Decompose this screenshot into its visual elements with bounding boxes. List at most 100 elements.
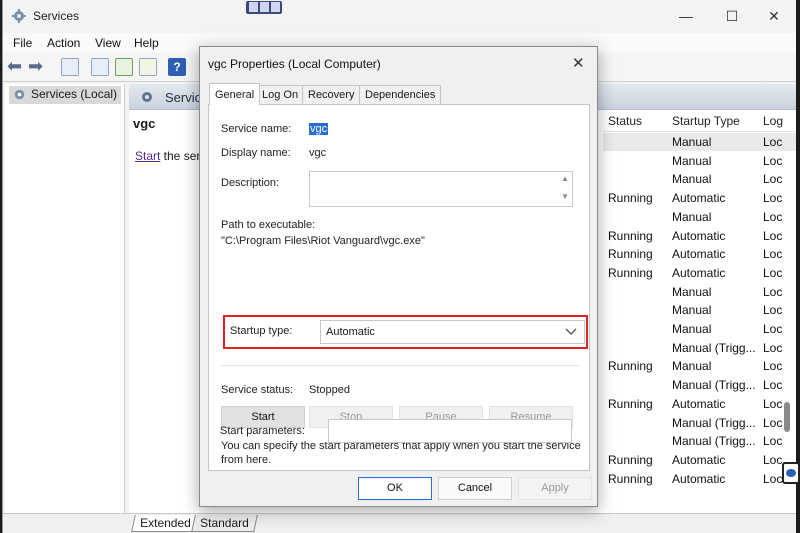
tab-standard[interactable]: Standard — [191, 515, 258, 532]
row-log-on[interactable]: Loc — [763, 359, 782, 373]
row-startup-type[interactable]: Manual (Trigg... — [672, 378, 756, 392]
title-bar: Services — ☐ ✕ — [3, 0, 797, 32]
row-startup-type[interactable]: Manual — [672, 322, 711, 336]
snap-layout-indicator — [246, 1, 282, 14]
row-status[interactable]: Running — [608, 266, 653, 280]
row-startup-type[interactable]: Automatic — [672, 191, 725, 205]
properties-icon[interactable] — [91, 58, 109, 76]
view-tabs: Extended Standard — [3, 513, 797, 533]
minimize-button[interactable]: — — [663, 0, 709, 32]
path-label: Path to executable: — [221, 219, 316, 231]
tree-node-services-local[interactable]: Services (Local) — [9, 86, 122, 104]
row-log-on[interactable]: Loc — [763, 434, 782, 448]
tab-dependencies[interactable]: Dependencies — [359, 85, 442, 104]
description-field[interactable]: ▲ ▼ — [309, 171, 573, 207]
window-title: Services — [33, 9, 80, 23]
row-startup-type[interactable]: Manual — [672, 359, 711, 373]
row-startup-type[interactable]: Automatic — [672, 453, 725, 467]
row-status[interactable]: Running — [608, 472, 653, 486]
column-headers: Status Startup Type Log — [603, 112, 797, 132]
row-log-on[interactable]: Loc — [763, 397, 782, 411]
scroll-down-icon[interactable]: ▼ — [561, 192, 569, 201]
row-log-on[interactable]: Loc — [763, 285, 782, 299]
row-status[interactable]: Running — [608, 247, 653, 261]
column-startup-type[interactable]: Startup Type — [672, 114, 740, 128]
row-startup-type[interactable]: Manual — [672, 172, 711, 186]
services-gear-icon — [14, 89, 25, 100]
row-log-on[interactable]: Loc — [763, 229, 782, 243]
row-log-on[interactable]: Loc — [763, 172, 782, 186]
row-log-on[interactable]: Loc — [763, 472, 782, 486]
vertical-scrollbar-thumb[interactable] — [784, 402, 790, 432]
row-log-on[interactable]: Loc — [763, 135, 782, 149]
row-log-on[interactable]: Loc — [763, 266, 782, 280]
scroll-up-icon[interactable]: ▲ — [561, 174, 569, 183]
startup-type-label: Startup type: — [230, 325, 293, 337]
back-arrow-icon[interactable]: ⬅ — [7, 56, 22, 77]
row-startup-type[interactable]: Automatic — [672, 397, 725, 411]
row-status[interactable]: Running — [608, 229, 653, 243]
close-button[interactable]: ✕ — [751, 0, 797, 32]
row-startup-type[interactable]: Manual (Trigg... — [672, 434, 756, 448]
row-status[interactable]: Running — [608, 397, 653, 411]
services-gear-icon — [142, 92, 152, 102]
row-log-on[interactable]: Loc — [763, 303, 782, 317]
row-log-on[interactable]: Loc — [763, 378, 782, 392]
row-log-on[interactable]: Loc — [763, 322, 782, 336]
desktop-edge — [796, 0, 800, 533]
startup-type-highlight: Startup type: Automatic — [223, 315, 588, 349]
column-status[interactable]: Status — [608, 114, 642, 128]
row-startup-type[interactable]: Manual (Trigg... — [672, 416, 756, 430]
row-startup-type[interactable]: Automatic — [672, 229, 725, 243]
start-parameters-label: Start parameters: — [220, 425, 305, 437]
menu-action[interactable]: Action — [47, 36, 80, 50]
row-startup-type[interactable]: Automatic — [672, 266, 725, 280]
row-startup-type[interactable]: Automatic — [672, 247, 725, 261]
ok-button[interactable]: OK — [358, 477, 432, 500]
tab-general[interactable]: General — [209, 83, 261, 105]
row-status[interactable]: Running — [608, 359, 653, 373]
row-status[interactable]: Running — [608, 191, 653, 205]
tab-recovery[interactable]: Recovery — [302, 85, 361, 104]
apply-button[interactable]: Apply — [518, 477, 592, 500]
row-log-on[interactable]: Loc — [763, 191, 782, 205]
show-hide-console-tree-icon[interactable] — [61, 58, 79, 76]
refresh-icon[interactable] — [115, 58, 133, 76]
row-startup-type[interactable]: Manual — [672, 210, 711, 224]
start-parameters-input[interactable] — [328, 419, 572, 443]
row-startup-type[interactable]: Manual — [672, 285, 711, 299]
service-name-value[interactable]: vgc — [309, 123, 329, 135]
menu-file[interactable]: File — [13, 36, 32, 50]
row-status[interactable]: Running — [608, 453, 653, 467]
row-log-on[interactable]: Loc — [763, 453, 782, 467]
column-log-on[interactable]: Log — [763, 114, 783, 128]
maximize-button[interactable]: ☐ — [709, 0, 755, 32]
start-hint-line2: from here. — [221, 454, 272, 466]
remote-connection-icon[interactable] — [782, 462, 800, 484]
tab-extended[interactable]: Extended — [131, 515, 200, 532]
export-list-icon[interactable] — [139, 58, 157, 76]
cancel-button[interactable]: Cancel — [438, 477, 512, 500]
row-startup-type[interactable]: Manual (Trigg... — [672, 341, 756, 355]
row-startup-type[interactable]: Manual — [672, 154, 711, 168]
row-log-on[interactable]: Loc — [763, 416, 782, 430]
row-startup-type[interactable]: Manual — [672, 303, 711, 317]
row-startup-type[interactable]: Automatic — [672, 472, 725, 486]
startup-type-dropdown[interactable]: Automatic — [320, 320, 585, 344]
console-tree: Services (Local) — [5, 84, 125, 533]
row-log-on[interactable]: Loc — [763, 210, 782, 224]
help-icon[interactable]: ? — [168, 58, 186, 76]
row-log-on[interactable]: Loc — [763, 247, 782, 261]
dialog-title: vgc Properties (Local Computer) — [208, 57, 381, 71]
start-service-link[interactable]: Start — [135, 149, 160, 163]
row-startup-type[interactable]: Manual — [672, 135, 711, 149]
services-gear-icon — [12, 9, 26, 23]
dialog-close-button[interactable]: ✕ — [572, 54, 585, 72]
menu-help[interactable]: Help — [134, 36, 159, 50]
forward-arrow-icon[interactable]: ➡ — [28, 56, 43, 77]
row-log-on[interactable]: Loc — [763, 154, 782, 168]
tab-log-on[interactable]: Log On — [256, 85, 305, 104]
display-name-label: Display name: — [221, 147, 291, 159]
menu-view[interactable]: View — [95, 36, 121, 50]
row-log-on[interactable]: Loc — [763, 341, 782, 355]
